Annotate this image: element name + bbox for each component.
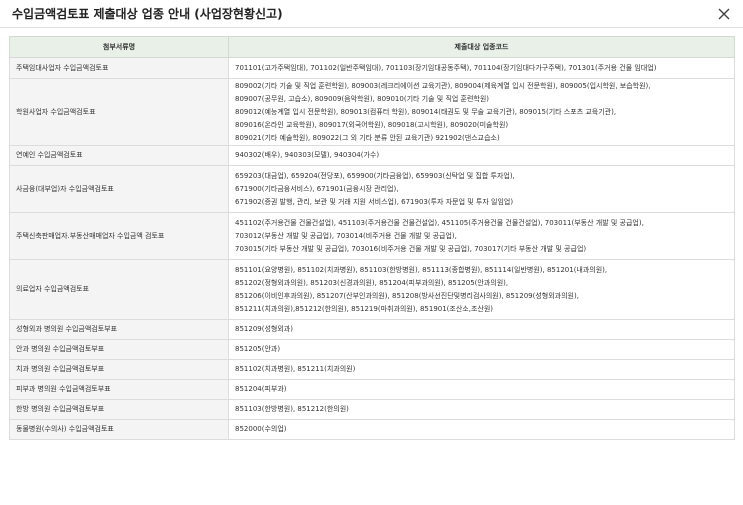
document-type-cell: 사금융(대부업)자 수입금액검토표: [9, 165, 229, 213]
industry-code-line: 451102(주거용건물 건물건설업), 451103(주거용건물 건물건설업)…: [235, 218, 644, 227]
table-row: 학원사업자 수입금액검토표 809002(기타 기술 및 직업 훈련학원), 80…: [9, 78, 735, 146]
modal-content: 첨부서류명 제출대상 업종코드 주택임대사업자 수입금액검토표 701101(고가…: [0, 28, 743, 440]
document-type-cell: 피부과 병의원 수입금액검토부표: [9, 379, 229, 400]
modal-header: 수입금액검토표 제출대상 업종 안내 (사업장현황신고): [0, 0, 743, 28]
column-header-codes: 제출대상 업종코드: [228, 36, 735, 58]
close-button[interactable]: [715, 5, 733, 23]
document-type-cell: 학원사업자 수입금액검토표: [9, 78, 229, 146]
document-type-cell: 치과 병의원 수입금액검토부표: [9, 359, 229, 380]
industry-code-line: 851211(치과의원),851212(한의원), 851219(마취과의원),…: [235, 304, 494, 313]
industry-codes-cell: 659203(대금업), 659204(전당포), 659900(기타금융업),…: [228, 165, 735, 213]
industry-code-line: 703012(부동산 개발 및 공급업), 703014(비주거용 건물 개발 …: [235, 231, 457, 240]
industry-codes-cell: 451102(주거용건물 건물건설업), 451103(주거용건물 건물건설업)…: [228, 212, 735, 260]
document-type-cell: 연예인 수입금액검토표: [9, 145, 229, 166]
industry-code-line: 809002(기타 기술 및 직업 훈련학원), 809003(레크리에이션 교…: [235, 81, 651, 90]
table-row: 동물병원(수의사) 수입금액검토표 852000(수의업): [9, 419, 735, 440]
industry-codes-cell: 851102(치과병원), 851211(치과의원): [228, 359, 735, 380]
document-type-cell: 의료업자 수입금액검토표: [9, 259, 229, 320]
industry-code-table: 첨부서류명 제출대상 업종코드 주택임대사업자 수입금액검토표 701101(고가…: [9, 36, 735, 440]
industry-code-line: 851209(성형외과): [235, 325, 293, 333]
industry-code-line: 851205(안과): [235, 345, 281, 353]
industry-codes-cell: 852000(수의업): [228, 419, 735, 440]
industry-codes-cell: 851209(성형외과): [228, 319, 735, 340]
industry-codes-cell: 809002(기타 기술 및 직업 훈련학원), 809003(레크리에이션 교…: [228, 78, 735, 146]
industry-code-line: 851102(치과병원), 851211(치과의원): [235, 365, 356, 373]
industry-codes-cell: 851205(안과): [228, 339, 735, 360]
industry-codes-cell: 851103(한방병원), 851212(한의원): [228, 399, 735, 420]
table-row: 안과 병의원 수입금액검토부표 851205(안과): [9, 339, 735, 360]
industry-code-line: 851101(요양병원), 851102(치과병원), 851103(한방병원)…: [235, 265, 608, 274]
industry-code-line: 809012(예능계열 입시 전문학원), 809013(컴퓨터 학원), 80…: [235, 107, 617, 116]
table-row: 한방 병의원 수입금액검토부표 851103(한방병원), 851212(한의원): [9, 399, 735, 420]
industry-code-line: 659203(대금업), 659204(전당포), 659900(기타금융업),…: [235, 171, 515, 180]
table-row: 주택임대사업자 수입금액검토표 701101(고가주택임대), 701102(일반…: [9, 57, 735, 79]
industry-codes-cell: 851101(요양병원), 851102(치과병원), 851103(한방병원)…: [228, 259, 735, 320]
industry-code-line: 851204(피부과): [235, 385, 287, 393]
document-type-cell: 주택신축판매업자.부동산매매업자 수입금액 검토표: [9, 212, 229, 260]
document-type-cell: 주택임대사업자 수입금액검토표: [9, 57, 229, 79]
industry-codes-cell: 701101(고가주택임대), 701102(일반주택임대), 701103(장…: [228, 57, 735, 79]
close-icon[interactable]: [718, 8, 730, 20]
modal-title: 수입금액검토표 제출대상 업종 안내 (사업장현황신고): [12, 7, 283, 21]
industry-code-line: 809021(기타 예술학원), 809022(그 외 기타 분류 안된 교육기…: [235, 133, 500, 142]
industry-code-line: 851206(이비인후과의원), 851207(산부인과의원), 851208(…: [235, 291, 579, 300]
industry-code-line: 671902(증권 발행, 관리, 보관 및 거래 지원 서비스업), 6719…: [235, 197, 514, 206]
table-row: 사금융(대부업)자 수입금액검토표 659203(대금업), 659204(전당포…: [9, 165, 735, 213]
industry-code-line: 851202(정형외과의원), 851203(신경과의원), 851204(피부…: [235, 278, 509, 287]
document-type-cell: 안과 병의원 수입금액검토부표: [9, 339, 229, 360]
industry-code-line: 852000(수의업): [235, 425, 287, 433]
table-row: 성형외과 병의원 수입금액검토부표 851209(성형외과): [9, 319, 735, 340]
document-type-cell: 동물병원(수의사) 수입금액검토표: [9, 419, 229, 440]
table-row: 치과 병의원 수입금액검토부표 851102(치과병원), 851211(치과의원…: [9, 359, 735, 380]
industry-codes-cell: 851204(피부과): [228, 379, 735, 400]
table-row: 주택신축판매업자.부동산매매업자 수입금액 검토표 451102(주거용건물 건물…: [9, 212, 735, 260]
industry-code-line: 809007(공무원, 고습소), 809009(음악학원), 809010(기…: [235, 94, 490, 103]
industry-codes-cell: 940302(배우), 940303(모델), 940304(가수): [228, 145, 735, 166]
industry-code-line: 701101(고가주택임대), 701102(일반주택임대), 701103(장…: [235, 63, 657, 72]
industry-code-line: 940302(배우), 940303(모델), 940304(가수): [235, 151, 380, 159]
table-body: 주택임대사업자 수입금액검토표 701101(고가주택임대), 701102(일반…: [9, 57, 735, 440]
table-row: 연예인 수입금액검토표 940302(배우), 940303(모델), 94030…: [9, 145, 735, 166]
column-header-document: 첨부서류명: [9, 36, 229, 58]
document-type-cell: 성형외과 병의원 수입금액검토부표: [9, 319, 229, 340]
document-type-cell: 한방 병의원 수입금액검토부표: [9, 399, 229, 420]
industry-code-line: 671900(기타금융서비스), 671901(금융시장 관리업),: [235, 184, 399, 193]
table-row: 피부과 병의원 수입금액검토부표 851204(피부과): [9, 379, 735, 400]
table-header-row: 첨부서류명 제출대상 업종코드: [9, 36, 735, 58]
industry-code-line: 703015(기타 부동산 개발 및 공급업), 703016(비주거용 건물 …: [235, 244, 587, 253]
industry-code-line: 809016(온라인 교육학원), 809017(외국어학원), 809018(…: [235, 120, 509, 129]
table-row: 의료업자 수입금액검토표 851101(요양병원), 851102(치과병원), …: [9, 259, 735, 320]
industry-code-line: 851103(한방병원), 851212(한의원): [235, 405, 349, 413]
